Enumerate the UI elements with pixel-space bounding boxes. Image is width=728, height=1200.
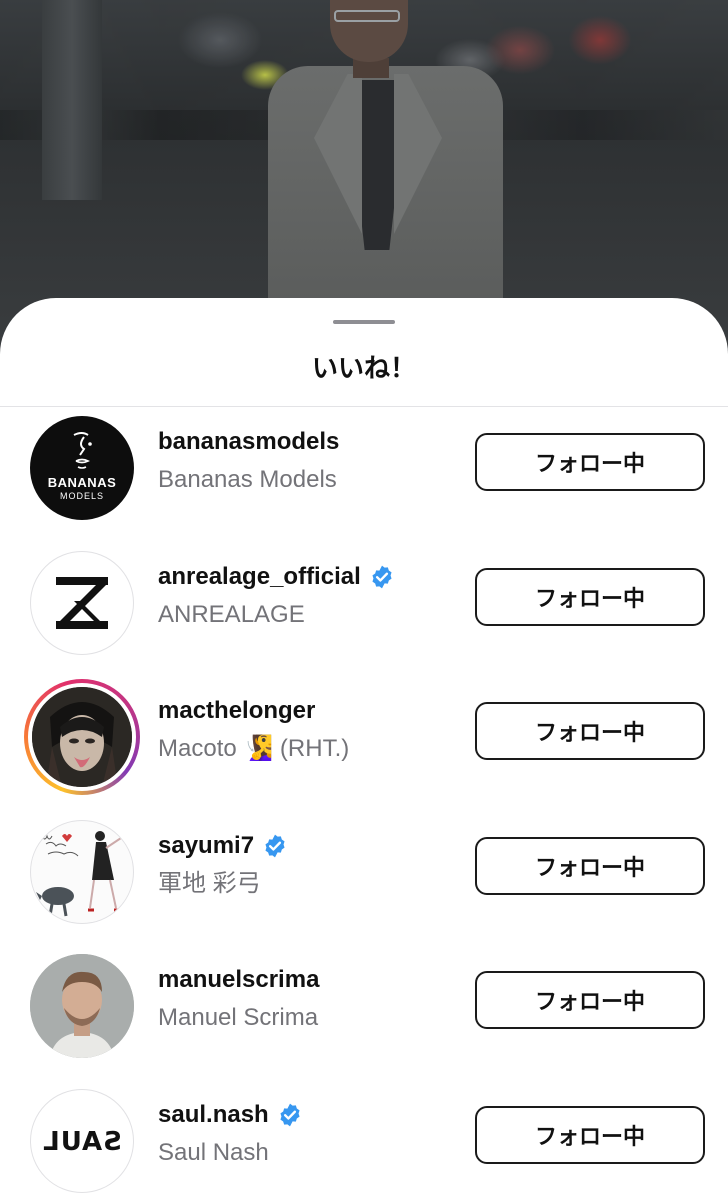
list-item[interactable]: macthelonger Macoto 🧏‍♀️ (RHT.) フォロー中 (0, 676, 728, 811)
avatar[interactable] (24, 948, 140, 1064)
svg-text:SAUL: SAUL (42, 1127, 122, 1157)
bananas-models-logo: BANANAS MODELS (30, 416, 134, 520)
list-item[interactable]: anrealage_official ANREALAGE フォロー中 (0, 542, 728, 677)
saul-logo: SAUL (30, 1088, 134, 1193)
verified-badge-icon (265, 834, 285, 857)
photo-pillar (42, 0, 102, 200)
sheet-title: いいね！ (311, 353, 416, 383)
face-sketch-icon (73, 432, 92, 469)
full-name: Bananas Models (158, 466, 337, 493)
following-button[interactable]: フォロー中 (475, 433, 705, 491)
likes-sheet: いいね！ BANANAS MODELS bananasmodels Banana… (0, 298, 728, 1200)
portrait-photo (30, 954, 134, 1058)
username[interactable]: bananasmodels (158, 428, 339, 456)
list-item[interactable]: SAUL saul.nash Saul Nash フォロー中 (0, 1080, 728, 1200)
list-item[interactable]: BANANAS MODELS bananasmodels Bananas Mod… (0, 407, 728, 542)
portrait-photo-art (30, 954, 134, 1058)
avatar[interactable] (24, 545, 140, 661)
username[interactable]: anrealage_official (158, 563, 361, 591)
portrait-photo-art (32, 687, 132, 787)
avatar[interactable] (24, 814, 140, 930)
list-item[interactable]: sayumi7 軍地 彩弓 フォロー中 (0, 811, 728, 946)
avatar[interactable]: BANANAS MODELS (24, 410, 140, 526)
verified-badge-icon (280, 1103, 300, 1126)
username[interactable]: saul.nash (158, 1101, 269, 1129)
username[interactable]: manuelscrima (158, 966, 319, 994)
sheet-grabber-handle[interactable] (333, 320, 395, 324)
verified-badge-icon (372, 565, 392, 588)
username[interactable]: sayumi7 (158, 832, 254, 860)
full-name: Saul Nash (158, 1138, 269, 1166)
following-button[interactable]: フォロー中 (475, 836, 705, 895)
avatar[interactable]: SAUL (24, 1083, 140, 1199)
portrait-photo (28, 683, 136, 791)
we-love-sayumi-illustration (30, 819, 134, 924)
following-button[interactable]: フォロー中 (475, 971, 705, 1029)
full-name: 軍地 彩弓 (158, 869, 261, 897)
logo-subtext: MODELS (59, 491, 104, 501)
list-item[interactable]: manuelscrima Manuel Scrima フォロー中 (0, 945, 728, 1080)
following-button[interactable]: フォロー中 (475, 702, 705, 760)
following-button[interactable]: フォロー中 (475, 1105, 705, 1164)
anrealage-logo-icon (56, 576, 108, 629)
following-button[interactable]: フォロー中 (475, 567, 705, 626)
full-name: ANREALAGE (158, 600, 305, 628)
likers-list: BANANAS MODELS bananasmodels Bananas Mod… (0, 407, 728, 1200)
full-name: Macoto 🧏‍♀️ (RHT.) (158, 735, 350, 762)
saul-logo-wordmark: SAUL (42, 1127, 122, 1157)
illustration-art (32, 821, 132, 922)
username[interactable]: macthelonger (158, 697, 315, 725)
logo-text: BANANAS (47, 475, 117, 490)
anrealage-logo (30, 550, 134, 655)
full-name: Manuel Scrima (158, 1004, 319, 1031)
avatar-story-ring[interactable] (24, 679, 140, 795)
